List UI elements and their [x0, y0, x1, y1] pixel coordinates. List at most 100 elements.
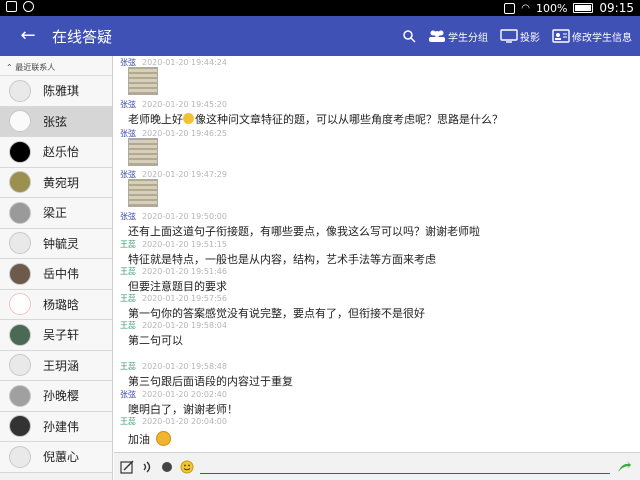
notification-image-icon	[6, 1, 17, 12]
message: 王蕊 2020-01-20 19:51:46 但要注意题目的要求	[120, 266, 227, 293]
avatar-icon	[9, 232, 31, 255]
contact-item[interactable]: 岳中伟	[0, 259, 112, 290]
group-icon	[429, 30, 445, 42]
message-sender: 张弦	[120, 212, 136, 221]
message-image[interactable]	[128, 179, 158, 207]
page-title: 在线答疑	[52, 29, 113, 46]
message-sender: 王蕊	[120, 294, 136, 303]
message-time: 2020-01-20 19:57:56	[142, 294, 227, 303]
message-sender: 王蕊	[120, 417, 136, 426]
message-sender: 王蕊	[120, 321, 136, 330]
avatar-icon	[9, 323, 31, 346]
avatar-icon	[9, 354, 31, 377]
message-text: 但要注意题目的要求	[128, 281, 227, 293]
contact-item[interactable]: 吴子轩	[0, 320, 112, 351]
avatar-icon	[9, 293, 31, 316]
message: 张弦 2020-01-20 20:02:40 噢明白了，谢谢老师！	[120, 389, 238, 416]
notification-chat-icon	[23, 1, 34, 12]
message-sender: 张弦	[120, 170, 136, 179]
message-text: 老师晚上好 像这种问文章特征的题，可以从哪些角度考虑呢？思路是什么？	[128, 111, 503, 127]
message-text: 第三句跟后面语段的内容过于重复	[128, 376, 293, 388]
contact-name: 吴子轩	[43, 328, 80, 343]
contact-name: 孙晚樱	[43, 389, 80, 404]
voice-icon[interactable]	[140, 460, 154, 474]
message: 张弦 2020-01-20 19:47:29	[120, 169, 227, 207]
message-sender: 王蕊	[120, 267, 136, 276]
status-bar: ◠ 100% 09:15	[0, 0, 640, 16]
message-text: 还有上面这道句子衔接题，有哪些要点，像我这么写可以吗？谢谢老师啦	[128, 226, 480, 238]
contact-name: 赵乐怡	[43, 145, 80, 160]
contact-item[interactable]: 钟毓灵	[0, 228, 112, 259]
avatar-icon	[9, 262, 31, 285]
projection-button[interactable]: 投影	[500, 29, 540, 44]
contact-item[interactable]: 梁正	[0, 198, 112, 229]
message-sender: 张弦	[120, 129, 136, 138]
contact-item[interactable]: 孙建伟	[0, 411, 112, 442]
message-input-bar	[114, 452, 640, 480]
contacts-sidebar: ⌃ 最近联系人 陈雅琪 张弦 赵乐怡 黄宛玥 梁正 钟毓灵 岳中伟 杨璐晗 吴子…	[0, 56, 113, 480]
contact-name: 杨璐晗	[43, 297, 80, 312]
record-icon[interactable]	[160, 460, 174, 474]
student-group-button[interactable]: 学生分组	[428, 29, 488, 44]
message-sender: 张弦	[120, 58, 136, 67]
contact-item[interactable]: 赵乐怡	[0, 137, 112, 168]
recent-contacts-header[interactable]: ⌃ 最近联系人	[0, 56, 112, 76]
contact-item[interactable]: 陈雅琪	[0, 76, 112, 107]
avatar-icon	[9, 171, 31, 194]
message-text: 第二句可以	[128, 335, 183, 347]
message-input[interactable]	[200, 473, 610, 474]
message-text-part: 加油	[128, 434, 150, 446]
contact-item[interactable]: 王玥涵	[0, 350, 112, 381]
handwriting-icon[interactable]	[120, 460, 134, 474]
toolbar-actions: 学生分组 投影 修改学生信息	[402, 16, 632, 56]
emoji-icon[interactable]	[180, 460, 194, 474]
battery-percent: 100%	[535, 1, 568, 15]
message: 王蕊 2020-01-20 19:58:48 第三句跟后面语段的内容过于重复	[120, 361, 293, 388]
message-image[interactable]	[128, 138, 158, 166]
contact-name: 钟毓灵	[43, 236, 80, 251]
id-card-icon	[552, 29, 570, 43]
message-time: 2020-01-20 19:47:29	[142, 170, 227, 179]
message-time: 2020-01-20 19:51:15	[142, 240, 227, 249]
wifi-icon: ◠	[521, 2, 530, 14]
back-arrow-icon[interactable]: ←	[16, 24, 40, 48]
message: 张弦 2020-01-20 19:45:20 老师晚上好 像这种问文章特征的题，可以…	[120, 99, 503, 126]
message-sender: 张弦	[120, 390, 136, 399]
collapse-arrow-icon: ⌃	[6, 63, 16, 72]
search-button[interactable]	[402, 29, 416, 43]
edit-student-info-button[interactable]: 修改学生信息	[552, 29, 632, 44]
monitor-icon	[500, 29, 518, 43]
avatar-icon	[9, 140, 31, 163]
edit-student-info-label: 修改学生信息	[572, 32, 632, 44]
message-time: 2020-01-20 19:46:25	[142, 129, 227, 138]
message-sender: 王蕊	[120, 240, 136, 249]
message-text: 第一句你的答案感觉没有说完整，要点有了，但衔接不是很好	[128, 308, 425, 320]
message-time: 2020-01-20 20:02:40	[142, 390, 227, 399]
contact-item[interactable]: 孙晚樱	[0, 381, 112, 412]
message-text: 噢明白了，谢谢老师！	[128, 404, 238, 416]
smile-emoji-icon	[183, 113, 194, 124]
student-group-label: 学生分组	[448, 32, 488, 44]
message: 王蕊 2020-01-20 19:57:56 第一句你的答案感觉没有说完整，要点有…	[120, 293, 425, 320]
message-sender: 王蕊	[120, 362, 136, 371]
avatar-icon	[9, 445, 31, 468]
avatar-icon	[9, 110, 31, 133]
search-icon	[403, 30, 416, 43]
contact-item[interactable]: 杨璐晗	[0, 289, 112, 320]
message: 王蕊 2020-01-20 19:51:15 特征就是特点，一般也是从内容，结构，…	[120, 239, 436, 266]
message-time: 2020-01-20 19:58:04	[142, 321, 227, 330]
message-text-part: 像这种问文章特征的题，可以从哪些角度考虑呢？思路是什么？	[195, 114, 503, 126]
send-icon[interactable]	[616, 459, 632, 475]
contact-item[interactable]: 倪蕙心	[0, 442, 112, 473]
battery-icon	[573, 3, 594, 13]
contact-name: 孙建伟	[43, 419, 80, 434]
message: 张弦 2020-01-20 19:46:25	[120, 128, 227, 166]
message-time: 2020-01-20 19:50:00	[142, 212, 227, 221]
message-text: 特征就是特点，一般也是从内容，结构，艺术手法等方面来考虑	[128, 254, 436, 266]
message: 王蕊 2020-01-20 20:04:00 加油	[120, 416, 227, 446]
message-image[interactable]	[128, 67, 158, 95]
chat-messages: 张弦 2020-01-20 19:44:24 张弦 2020-01-20 19:45…	[114, 56, 640, 452]
contact-item[interactable]: 黄宛玥	[0, 167, 112, 198]
app-bar: ← 在线答疑 学生分组 投影 修改学生信息	[0, 16, 640, 56]
contact-item[interactable]: 张弦	[0, 106, 112, 137]
